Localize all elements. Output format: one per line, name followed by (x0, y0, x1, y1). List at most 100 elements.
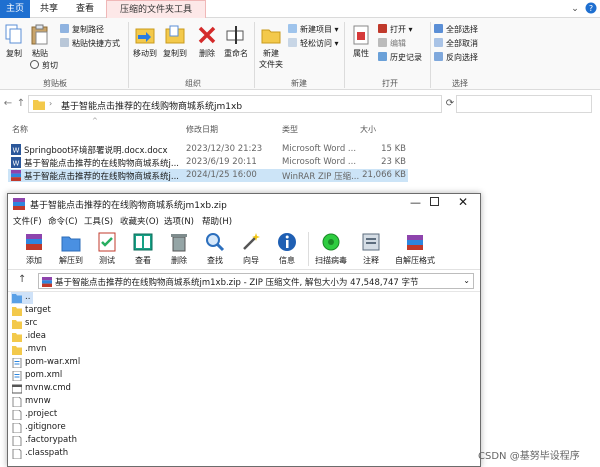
item-name: .. (25, 292, 31, 302)
file-row[interactable]: W Springboot环境部署说明.docx.docx 2023/12/30 … (8, 143, 408, 156)
help-icon[interactable]: ? (584, 2, 598, 16)
history-button[interactable]: 历史记录 (378, 52, 422, 64)
copy-to-button[interactable]: 复制到 (162, 24, 188, 59)
winrar-path-field[interactable]: 基于智能点击推荐的在线购物商城系统jm1xb.zip - ZIP 压缩文件, 解… (38, 273, 474, 289)
file-date: 2024/1/25 16:00 (186, 170, 257, 180)
open-button[interactable]: 打开 ▾ (378, 24, 413, 36)
test-checklist-icon (98, 232, 116, 252)
back-arrow-icon[interactable]: ← (2, 98, 14, 109)
toolbar-virus-scan-button[interactable]: 扫描病毒 (314, 231, 348, 266)
list-item[interactable]: pom.xml (11, 370, 131, 382)
edit-button[interactable]: 编辑 (378, 38, 406, 50)
list-item[interactable]: pom-war.xml (11, 357, 131, 369)
new-folder-button[interactable]: 新建 文件夹 (258, 24, 284, 70)
open-label: 打开 (390, 25, 406, 34)
view-book-icon (133, 233, 153, 251)
file-row-selected[interactable]: 基于智能点击推荐的在线购物商城系统j... 2024/1/25 16:00 Wi… (8, 169, 408, 182)
cut-button[interactable]: 剪切 (30, 60, 58, 72)
invert-selection-button[interactable]: 反向选择 (434, 52, 478, 64)
tab-share[interactable]: 共享 (36, 0, 62, 18)
column-header-type[interactable]: 类型 (282, 124, 298, 135)
toolbar-extract-to-button[interactable]: 解压到 (54, 231, 88, 266)
list-item[interactable]: .classpath (11, 448, 131, 460)
column-header-date[interactable]: 修改日期 (186, 124, 218, 135)
ribbon: 复制 粘贴 复制路径 粘贴快捷方式 剪切 剪贴板 移动到 复制到 删除 重命名 … (0, 18, 600, 90)
toolbar-add-button[interactable]: 添加 (17, 231, 51, 266)
file-icon (12, 397, 22, 407)
up-arrow-icon[interactable]: ↑ (15, 98, 27, 109)
file-size: 15 KB (381, 144, 406, 154)
minimize-icon[interactable]: — (410, 196, 421, 209)
address-bar[interactable]: › 基于智能点击推荐的在线购物商城系统jm1xb (28, 95, 442, 113)
menu-help[interactable]: 帮助(H) (202, 215, 232, 227)
list-item[interactable]: .gitignore (11, 422, 131, 434)
maximize-icon[interactable] (430, 197, 439, 206)
ribbon-divider (254, 22, 255, 88)
column-header-size[interactable]: 大小 (360, 124, 376, 135)
menu-tools[interactable]: 工具(S) (84, 215, 113, 227)
scissors-icon (30, 60, 39, 69)
up-level-icon[interactable]: ↑ (18, 274, 26, 285)
toolbar-comment-button[interactable]: 注释 (354, 231, 388, 266)
winrar-title-bar[interactable]: 基于智能点击推荐的在线购物商城系统jm1xb.zip — ✕ (8, 194, 480, 214)
file-icon (12, 410, 22, 420)
paste-shortcut-label: 粘贴快捷方式 (72, 39, 120, 48)
list-item[interactable]: .factorypath (11, 435, 131, 447)
chevron-down-icon[interactable]: ⌄ (568, 2, 582, 16)
toolbar-find-button[interactable]: 查找 (198, 231, 232, 266)
select-none-button[interactable]: 全部取消 (434, 38, 478, 50)
select-all-button[interactable]: 全部选择 (434, 24, 478, 36)
address-row: ← ↑ › 基于智能点击推荐的在线购物商城系统jm1xb ⟳ (0, 93, 600, 115)
paste-button[interactable]: 粘贴 (28, 24, 52, 59)
file-row[interactable]: W 基于智能点击推荐的在线购物商城系统j... 2023/6/19 20:11 … (8, 156, 408, 169)
tab-compressed-folder-tools[interactable]: 压缩的文件夹工具 (106, 0, 206, 18)
menu-favorites[interactable]: 收藏夹(O) (120, 215, 159, 227)
folder-icon (12, 320, 22, 329)
move-to-icon (135, 28, 155, 44)
chevron-down-icon[interactable]: ⌄ (463, 276, 470, 285)
list-item[interactable]: src (11, 318, 131, 330)
copy-path-icon (60, 24, 69, 33)
new-item-button[interactable]: 新建项目 ▾ (288, 24, 339, 36)
list-item[interactable]: .. (11, 292, 33, 304)
copy-button[interactable]: 复制 (2, 24, 26, 59)
refresh-icon[interactable]: ⟳ (444, 98, 456, 109)
toolbar-delete-button[interactable]: 删除 (162, 231, 196, 266)
copy-path-button[interactable]: 复制路径 (60, 24, 104, 36)
tab-home[interactable]: 主页 (0, 0, 30, 18)
toolbar-wizard-button[interactable]: 向导 (234, 231, 268, 266)
list-item[interactable]: .project (11, 409, 131, 421)
menu-options[interactable]: 选项(N) (164, 215, 194, 227)
file-size: 23 KB (381, 157, 406, 167)
list-item[interactable]: .mvn (11, 344, 131, 356)
properties-button[interactable]: 属性 (348, 24, 374, 59)
xml-file-icon (12, 358, 22, 368)
rename-button[interactable]: 重命名 (222, 24, 250, 59)
list-item[interactable]: target (11, 305, 131, 317)
delete-button[interactable]: 删除 (196, 24, 218, 59)
close-icon[interactable]: ✕ (458, 195, 468, 209)
search-input[interactable] (456, 95, 592, 113)
item-name: .classpath (25, 448, 69, 458)
toolbar-test-button[interactable]: 测试 (90, 231, 124, 266)
file-icon (12, 436, 22, 446)
easy-access-label: 轻松访问 (300, 39, 332, 48)
easy-access-button[interactable]: 轻松访问 ▾ (288, 38, 339, 50)
sort-chevron-icon: ^ (92, 117, 98, 125)
paste-shortcut-icon (60, 38, 69, 47)
toolbar-info-button[interactable]: 信息 (270, 231, 304, 266)
list-item[interactable]: mvnw (11, 396, 131, 408)
delete-x-icon (198, 26, 216, 44)
properties-icon (353, 25, 369, 45)
tab-view[interactable]: 查看 (72, 0, 98, 18)
list-item[interactable]: mvnw.cmd (11, 383, 131, 395)
toolbar-view-button[interactable]: 查看 (126, 231, 160, 266)
menu-commands[interactable]: 命令(C) (48, 215, 78, 227)
move-to-button[interactable]: 移动到 (132, 24, 158, 59)
toolbar-sfx-button[interactable]: 自解压格式 (392, 231, 438, 266)
breadcrumb-separator-icon: › (49, 99, 53, 108)
paste-shortcut-button[interactable]: 粘贴快捷方式 (60, 38, 120, 50)
list-item[interactable]: .idea (11, 331, 131, 343)
menu-file[interactable]: 文件(F) (13, 215, 42, 227)
column-header-name[interactable]: 名称 (12, 124, 28, 135)
